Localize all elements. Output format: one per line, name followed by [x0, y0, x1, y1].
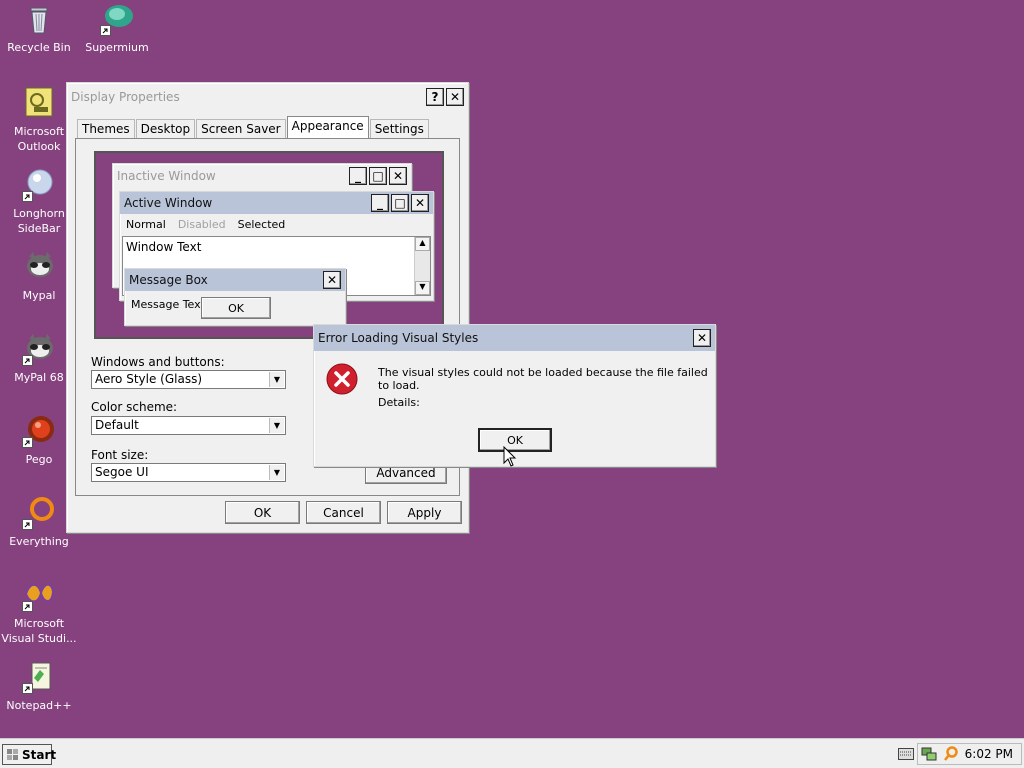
shortcut-arrow-icon — [22, 683, 33, 694]
desktop-icon-label: Everything — [9, 535, 69, 548]
start-button[interactable]: Start — [2, 744, 56, 765]
error-dialog-titlebar[interactable]: Error Loading Visual Styles ✕ — [314, 325, 715, 351]
font-size-label: Font size: — [91, 448, 149, 462]
appearance-preview: Inactive Window _ □ ✕ Active Window _ □ … — [94, 151, 444, 339]
desktop-icon-label: Recycle Bin — [7, 41, 71, 54]
tab-desktop[interactable]: Desktop — [135, 119, 196, 138]
preview-message-box: Message Box ✕ Message Text OK — [124, 268, 346, 326]
tab-screen-saver[interactable]: Screen Saver — [196, 119, 286, 138]
display-properties-titlebar[interactable]: Display Properties ? ✕ — [67, 83, 468, 111]
start-label: Start — [22, 747, 57, 762]
error-message: The visual styles could not be loaded be… — [378, 366, 708, 392]
keyboard-icon[interactable] — [898, 748, 914, 760]
desktop-icon-label: Microsoft Visual Studi... — [1, 617, 77, 645]
chevron-down-icon[interactable]: ▼ — [269, 418, 284, 433]
longhorn-sidebar-icon — [22, 168, 56, 202]
preview-scrollbar: ▲ ▼ — [414, 237, 430, 295]
help-button[interactable]: ? — [426, 88, 444, 106]
shortcut-arrow-icon — [22, 355, 33, 366]
tab-appearance[interactable]: Appearance — [286, 116, 369, 138]
font-size-select[interactable]: Segoe UI ▼ — [91, 463, 286, 482]
apply-button[interactable]: Apply — [387, 501, 462, 524]
scroll-down-icon: ▼ — [415, 281, 430, 295]
preview-msgbox-titlebar: Message Box ✕ — [125, 269, 345, 291]
preview-menu-bar: Normal Disabled Selected — [120, 214, 433, 235]
clock[interactable]: 6:02 PM — [965, 747, 1013, 761]
cancel-button[interactable]: Cancel — [306, 501, 381, 524]
supermium-icon — [100, 2, 134, 36]
shortcut-arrow-icon — [22, 519, 33, 530]
preview-menu-selected: Selected — [237, 218, 286, 231]
close-icon: ✕ — [411, 194, 429, 212]
tab-settings[interactable]: Settings — [369, 119, 429, 138]
preview-inactive-titlebar: Inactive Window _ □ ✕ — [113, 164, 411, 188]
chevron-down-icon[interactable]: ▼ — [269, 372, 284, 387]
everything-icon — [22, 496, 56, 530]
network-icon[interactable] — [921, 746, 937, 762]
scroll-up-icon: ▲ — [415, 237, 430, 251]
shortcut-arrow-icon — [22, 437, 33, 448]
close-button[interactable]: ✕ — [693, 329, 711, 347]
shortcut-arrow-icon — [22, 601, 33, 612]
windows-buttons-select[interactable]: Aero Style (Glass) ▼ — [91, 370, 286, 389]
minimize-icon: _ — [349, 167, 367, 185]
preview-window-text: Window Text — [126, 240, 202, 254]
font-size-value: Segoe UI — [95, 465, 149, 479]
mouse-pointer-icon — [503, 445, 517, 468]
maximize-icon: □ — [369, 167, 387, 185]
mypal-icon — [22, 250, 56, 284]
tab-themes[interactable]: Themes — [77, 119, 135, 138]
preview-msgbox-title: Message Box — [129, 273, 208, 287]
desktop-icon-label: Supermium — [85, 41, 149, 54]
pego-icon — [22, 414, 56, 448]
chevron-down-icon[interactable]: ▼ — [269, 465, 284, 480]
close-button[interactable]: ✕ — [446, 88, 464, 106]
windows-logo-icon — [7, 748, 19, 761]
close-icon: ✕ — [389, 167, 407, 185]
preview-active-titlebar: Active Window _ □ ✕ — [120, 192, 433, 214]
preview-inactive-title: Inactive Window — [117, 169, 216, 183]
preview-menu-disabled: Disabled — [177, 218, 226, 231]
preview-msgbox-ok: OK — [201, 297, 271, 319]
notepad-plus-plus-icon — [22, 660, 56, 694]
shortcut-arrow-icon — [22, 191, 33, 202]
taskbar: Start 6:02 PM — [0, 738, 1024, 768]
error-dialog-title: Error Loading Visual Styles — [318, 331, 479, 345]
mypal-68-icon — [22, 332, 56, 366]
desktop-icon-notepad-plus-plus[interactable]: Notepad++ — [0, 660, 78, 713]
preview-active-title: Active Window — [124, 196, 213, 210]
color-scheme-select[interactable]: Default ▼ — [91, 416, 286, 435]
color-scheme-value: Default — [95, 418, 139, 432]
minimize-icon: _ — [371, 194, 389, 212]
error-details-label: Details: — [378, 396, 420, 409]
maximize-icon: □ — [391, 194, 409, 212]
windows-buttons-value: Aero Style (Glass) — [95, 372, 203, 386]
window-title: Display Properties — [71, 90, 180, 104]
ok-button[interactable]: OK — [225, 501, 300, 524]
recycle-bin-icon — [22, 2, 56, 36]
outlook-icon — [22, 86, 56, 120]
visual-studio-icon — [22, 578, 56, 612]
preview-menu-normal: Normal — [126, 218, 166, 231]
preview-msgbox-text: Message Text — [131, 298, 205, 311]
desktop-icon-visual-studio[interactable]: Microsoft Visual Studi... — [0, 578, 78, 646]
color-scheme-label: Color scheme: — [91, 400, 178, 414]
shortcut-arrow-icon — [100, 25, 111, 36]
search-tray-icon[interactable] — [943, 746, 959, 762]
desktop-icon-supermium[interactable]: Supermium — [78, 2, 156, 55]
system-tray: 6:02 PM — [917, 743, 1022, 765]
tab-strip: Themes Desktop Screen Saver Appearance S… — [77, 116, 430, 138]
error-icon — [326, 363, 358, 395]
desktop-icon-label: Notepad++ — [6, 699, 72, 712]
desktop-icon-recycle-bin[interactable]: Recycle Bin — [0, 2, 78, 55]
windows-buttons-label: Windows and buttons: — [91, 355, 225, 369]
close-icon: ✕ — [323, 271, 341, 289]
